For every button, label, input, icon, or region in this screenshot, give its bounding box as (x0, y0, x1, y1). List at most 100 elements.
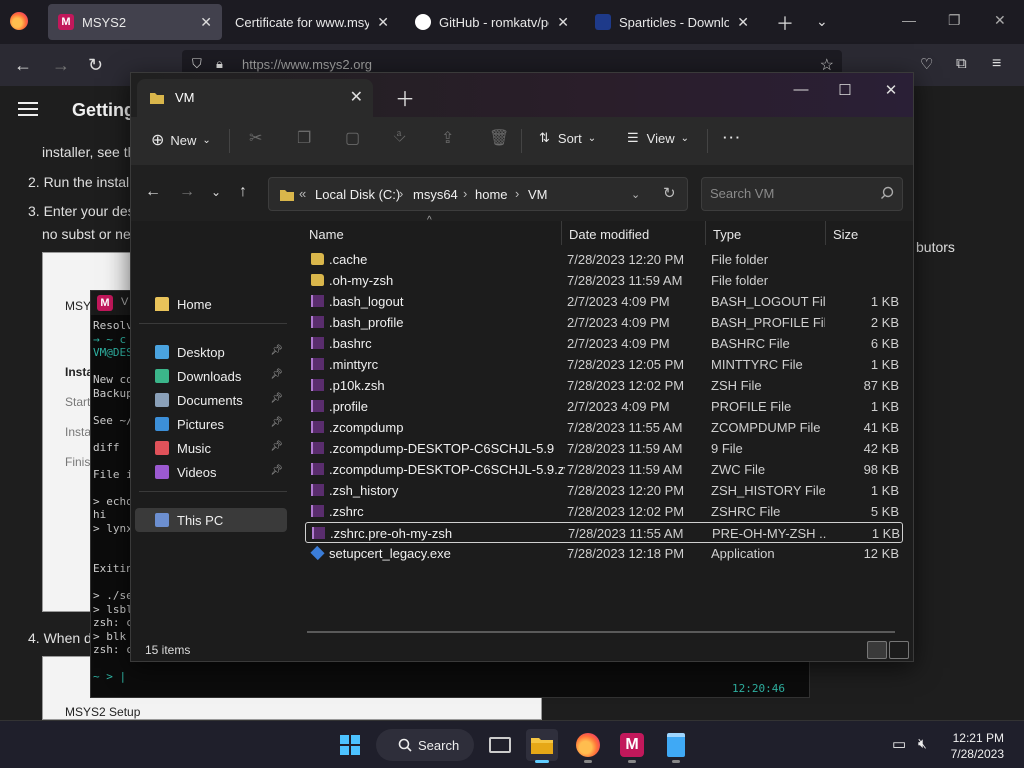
file-row[interactable]: .bashrc 2/7/2023 4:09 PM BASHRC File 6 KB (305, 333, 903, 354)
file-row[interactable]: .profile 2/7/2023 4:09 PM PROFILE File 1 KB (305, 396, 903, 417)
chevron-right-icon[interactable]: › (463, 186, 467, 201)
start-button[interactable] (334, 729, 366, 761)
file-row[interactable]: .minttyrc 7/28/2023 12:05 PM MINTTYRC File… (305, 354, 903, 375)
file-row[interactable]: .zshrc 7/28/2023 12:02 PM ZSHRC File 5 KB (305, 501, 903, 522)
recent-locations-icon[interactable]: ⌄ (211, 185, 221, 199)
pin-icon[interactable]: 📌︎ (270, 345, 283, 356)
tiles-view-button[interactable] (889, 641, 909, 659)
breadcrumb-item[interactable]: Local Disk (C:) (315, 187, 400, 202)
close-icon[interactable]: ✕ (737, 14, 749, 31)
search-box[interactable] (701, 177, 903, 211)
breadcrumb-item[interactable]: msys64 (413, 187, 458, 202)
extensions-icon[interactable]: ⧉ (956, 55, 967, 72)
share-icon[interactable]: ⇪ (441, 128, 454, 148)
up-icon[interactable]: ↑ (239, 183, 247, 201)
browser-tab-certificate[interactable]: Certificate for www.msys2.org ✕ (225, 4, 399, 40)
site-menu-icon[interactable] (18, 102, 38, 116)
column-header-size[interactable]: Size (833, 227, 858, 242)
nav-item-downloads[interactable]: Downloads 📌︎ (135, 364, 287, 388)
column-divider[interactable] (561, 221, 562, 245)
file-row[interactable]: .p10k.zsh 7/28/2023 12:02 PM ZSH File 87 KB (305, 375, 903, 396)
close-window-icon[interactable]: ✕ (869, 81, 913, 99)
taskbar-firefox[interactable] (572, 729, 604, 763)
chevron-right-icon[interactable]: › (399, 186, 403, 201)
taskbar-msys2[interactable]: M (616, 729, 648, 763)
overflow-chevron-icon[interactable]: « (299, 186, 306, 201)
column-divider[interactable] (825, 221, 826, 245)
close-window-icon[interactable]: ✕ (994, 12, 1006, 29)
lock-icon[interactable]: 🔒︎ (216, 56, 223, 72)
minimize-icon[interactable]: — (779, 81, 823, 98)
new-button[interactable]: ⊕ New ⌄ (151, 130, 211, 150)
delete-icon[interactable]: 🗑︎ (489, 128, 509, 148)
file-row[interactable]: .bash_logout 2/7/2023 4:09 PM BASH_LOGOUT … (305, 291, 903, 312)
system-clock[interactable]: 12:21 PM 7/28/2023 (951, 730, 1004, 762)
file-row[interactable]: .zcompdump-DESKTOP-C6SCHJL-5.9 7/28/2023 … (305, 438, 903, 459)
copy-icon[interactable]: ❐ (297, 128, 311, 148)
browser-tab-sparticles[interactable]: Sparticles - Download Fre ✕ (585, 4, 759, 40)
paste-icon[interactable]: ▢ (345, 128, 360, 148)
nav-item-videos[interactable]: Videos 📌︎ (135, 460, 287, 484)
browser-tab-github[interactable]: GitHub - romkatv/powerlevel10k ✕ (405, 4, 579, 40)
breadcrumb-item[interactable]: home (475, 187, 508, 202)
taskbar-notepad[interactable] (660, 729, 692, 763)
column-divider[interactable] (705, 221, 706, 245)
pin-icon[interactable]: 📌︎ (270, 417, 283, 428)
firefox-icon[interactable] (10, 12, 28, 30)
close-icon[interactable]: ✕ (200, 14, 212, 31)
rename-icon[interactable]: ⎀ (393, 128, 406, 146)
view-button[interactable]: ☰ View ⌄ (627, 130, 689, 146)
close-icon[interactable]: ✕ (377, 14, 389, 31)
horizontal-scrollbar[interactable] (307, 631, 895, 633)
network-icon[interactable]: ▭ (892, 735, 906, 753)
cut-icon[interactable]: ✂ (249, 128, 262, 148)
forward-icon[interactable]: → (179, 183, 195, 201)
pin-icon[interactable]: 📌︎ (270, 465, 283, 476)
reload-icon[interactable]: ↻ (88, 55, 103, 76)
chevron-right-icon[interactable]: › (515, 186, 519, 201)
file-row[interactable]: .zshrc.pre-oh-my-zsh 7/28/2023 11:55 AM PR… (305, 522, 903, 543)
taskbar-file-explorer[interactable] (526, 729, 558, 763)
taskbar-search[interactable]: Search (376, 729, 474, 761)
maximize-icon[interactable]: ☐ (823, 81, 867, 99)
nav-item-home[interactable]: Home (135, 292, 287, 316)
address-bar[interactable]: « Local Disk (C:) › msys64 › home › VM ⌄… (268, 177, 688, 211)
pin-icon[interactable]: 📌︎ (270, 441, 283, 452)
details-view-button[interactable] (867, 641, 887, 659)
back-icon[interactable]: ← (145, 183, 161, 201)
file-row[interactable]: .oh-my-zsh 7/28/2023 11:59 AM File folder (305, 270, 903, 291)
column-header-date[interactable]: Date modified (569, 227, 649, 242)
chevron-down-icon[interactable]: ⌄ (631, 188, 640, 201)
file-row[interactable]: .cache 7/28/2023 12:20 PM File folder (305, 249, 903, 270)
sort-button[interactable]: ⇅ Sort ⌄ (539, 130, 596, 146)
close-tab-icon[interactable]: ✕ (350, 87, 363, 107)
more-options-icon[interactable]: ··· (723, 130, 742, 145)
column-header-name[interactable]: Name (309, 227, 344, 242)
list-tabs-icon[interactable]: ⌄ (816, 13, 828, 30)
browser-tab-msys2[interactable]: M MSYS2 ✕ (48, 4, 222, 40)
minimize-icon[interactable]: — (902, 12, 916, 28)
file-row[interactable]: .zcompdump 7/28/2023 11:55 AM ZCOMPDUMP Fi… (305, 417, 903, 438)
new-tab-button[interactable]: ＋ (776, 10, 794, 36)
close-icon[interactable]: ✕ (557, 14, 569, 31)
nav-item-desktop[interactable]: Desktop 📌︎ (135, 340, 287, 364)
file-row[interactable]: .bash_profile 2/7/2023 4:09 PM BASH_PROFIL… (305, 312, 903, 333)
file-row[interactable]: .zcompdump-DESKTOP-C6SCHJL-5.9.zwc 7/28/2… (305, 459, 903, 480)
column-header-type[interactable]: Type (713, 227, 741, 242)
refresh-icon[interactable]: ↻ (663, 184, 676, 202)
task-view-button[interactable] (484, 729, 516, 761)
explorer-tab-vm[interactable]: VM ✕ (137, 79, 373, 117)
file-row[interactable]: .zsh_history 7/28/2023 12:20 PM ZSH_HISTOR… (305, 480, 903, 501)
forward-icon[interactable]: → (52, 55, 70, 76)
shield-icon[interactable]: ⛉ (192, 56, 202, 72)
file-row[interactable]: setupcert_legacy.exe 7/28/2023 12:18 PM Ap… (305, 543, 903, 564)
search-input[interactable] (710, 186, 870, 201)
breadcrumb-item[interactable]: VM (528, 187, 548, 202)
menu-icon[interactable]: ≡ (992, 55, 1001, 73)
restore-icon[interactable]: ❐ (948, 12, 961, 29)
pin-icon[interactable]: 📌︎ (270, 393, 283, 404)
pocket-icon[interactable]: ♡ (920, 55, 933, 73)
back-icon[interactable]: ← (14, 55, 32, 76)
volume-muted-icon[interactable]: 🔇︎ (918, 735, 927, 752)
new-tab-button[interactable]: ＋ (395, 83, 415, 112)
